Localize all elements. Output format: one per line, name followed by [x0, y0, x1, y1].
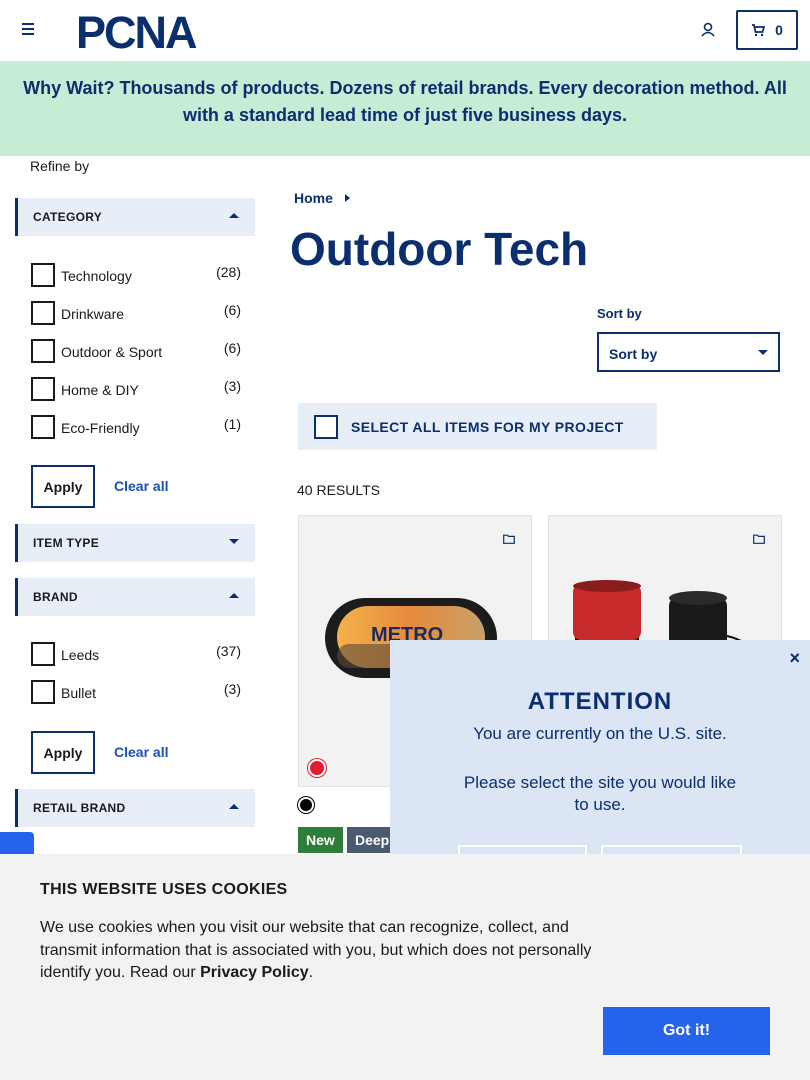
- checkbox[interactable]: [31, 680, 55, 704]
- option-count: (6): [223, 340, 241, 356]
- option-label: Eco-Friendly: [61, 420, 140, 436]
- facet-title: BRAND: [33, 590, 78, 604]
- category-clear-all-link[interactable]: Clear all: [114, 478, 168, 494]
- option-label: Bullet: [61, 685, 97, 701]
- option-count: (3): [223, 681, 241, 697]
- privacy-policy-link[interactable]: Privacy Policy: [200, 964, 309, 981]
- option-count: (1): [223, 416, 241, 432]
- caret-up-icon: [229, 213, 239, 218]
- facet-retail-brand-header[interactable]: RETAIL BRAND: [15, 789, 255, 827]
- option-label: Outdoor & Sport: [61, 344, 163, 360]
- category-option-drinkware[interactable]: Drinkware (6): [31, 301, 243, 325]
- sort-value: Sort by: [609, 346, 658, 362]
- brand-option-bullet[interactable]: Bullet (3): [31, 680, 243, 704]
- breadcrumb: Home: [294, 190, 350, 206]
- option-count: (37): [216, 643, 241, 659]
- site-header: PCNA 0: [0, 0, 810, 61]
- breadcrumb-home-link[interactable]: Home: [294, 190, 333, 206]
- category-option-outdoor-sport[interactable]: Outdoor & Sport (6): [31, 339, 243, 363]
- facet-title: ITEM TYPE: [33, 536, 100, 550]
- option-label: Drinkware: [61, 306, 125, 322]
- cookie-body: We use cookies when you visit our websit…: [40, 919, 592, 981]
- chevron-down-icon: [758, 350, 768, 355]
- modal-select-site-text: Please select the site you would like to…: [463, 773, 737, 814]
- chevron-right-icon: [344, 194, 350, 202]
- page-title: Outdoor Tech: [290, 223, 589, 275]
- cart-button[interactable]: 0: [736, 10, 798, 50]
- folder-icon[interactable]: [753, 534, 765, 544]
- checkbox[interactable]: [31, 263, 55, 287]
- logo-text: PCNA: [76, 10, 197, 50]
- facet-brand-header[interactable]: BRAND: [15, 578, 255, 616]
- user-account-icon[interactable]: [698, 20, 718, 40]
- option-label: Technology: [61, 268, 132, 284]
- option-label: Leeds: [61, 647, 100, 663]
- facet-item-type-header[interactable]: ITEM TYPE: [15, 524, 255, 562]
- modal-title: ATTENTION: [527, 688, 673, 715]
- option-count: (6): [223, 302, 241, 318]
- new-badge: New: [298, 827, 343, 853]
- option-label: Home & DIY: [61, 382, 139, 398]
- checkbox[interactable]: [31, 415, 55, 439]
- category-option-eco-friendly[interactable]: Eco-Friendly (1): [31, 415, 243, 439]
- cart-count: 0: [775, 22, 783, 38]
- cookie-period: .: [308, 964, 314, 981]
- select-all-label: SELECT ALL ITEMS FOR MY PROJECT: [351, 419, 624, 435]
- sort-label: Sort by: [597, 306, 642, 321]
- facet-title: RETAIL BRAND: [33, 801, 126, 815]
- promo-banner: Why Wait? Thousands of products. Dozens …: [0, 61, 810, 156]
- cookie-text: We use cookies when you visit our websit…: [40, 917, 605, 985]
- site-selection-modal: × ATTENTION You are currently on the U.S…: [390, 640, 810, 885]
- close-icon[interactable]: ×: [789, 648, 800, 669]
- checkbox[interactable]: [31, 339, 55, 363]
- brand-apply-button[interactable]: Apply: [31, 731, 95, 774]
- cookie-accept-button[interactable]: Got it!: [603, 1007, 770, 1055]
- brand-option-leeds[interactable]: Leeds (37): [31, 642, 243, 666]
- option-count: (3): [223, 378, 241, 394]
- modal-current-site-text: You are currently on the U.S. site.: [473, 724, 727, 743]
- cookie-title: THIS WEBSITE USES COOKIES: [40, 881, 288, 898]
- checkbox[interactable]: [31, 642, 55, 666]
- checkbox[interactable]: [31, 377, 55, 401]
- facet-title: CATEGORY: [33, 210, 103, 224]
- caret-down-icon: [229, 539, 239, 544]
- brand-clear-all-link[interactable]: Clear all: [114, 744, 168, 760]
- color-swatch-red[interactable]: [308, 759, 326, 777]
- folder-icon[interactable]: [503, 534, 515, 544]
- checkbox[interactable]: [31, 301, 55, 325]
- category-apply-button[interactable]: Apply: [31, 465, 95, 508]
- refine-label: Refine by: [30, 158, 90, 174]
- cart-icon: [752, 23, 766, 36]
- select-all-items-toggle[interactable]: SELECT ALL ITEMS FOR MY PROJECT: [298, 403, 657, 450]
- category-option-technology[interactable]: Technology (28): [31, 263, 243, 287]
- category-option-home-diy[interactable]: Home & DIY (3): [31, 377, 243, 401]
- option-count: (28): [216, 264, 241, 280]
- checkbox[interactable]: [314, 415, 338, 439]
- caret-up-icon: [229, 804, 239, 809]
- menu-icon[interactable]: [18, 20, 40, 40]
- results-count: 40 RESULTS: [297, 482, 380, 498]
- pcna-logo[interactable]: PCNA: [76, 10, 224, 50]
- sort-select[interactable]: Sort by: [597, 332, 780, 372]
- facet-category-header[interactable]: CATEGORY: [15, 198, 255, 236]
- caret-up-icon: [229, 593, 239, 598]
- color-swatch-black[interactable]: [298, 797, 314, 813]
- cookie-banner: THIS WEBSITE USES COOKIES We use cookies…: [0, 854, 810, 1080]
